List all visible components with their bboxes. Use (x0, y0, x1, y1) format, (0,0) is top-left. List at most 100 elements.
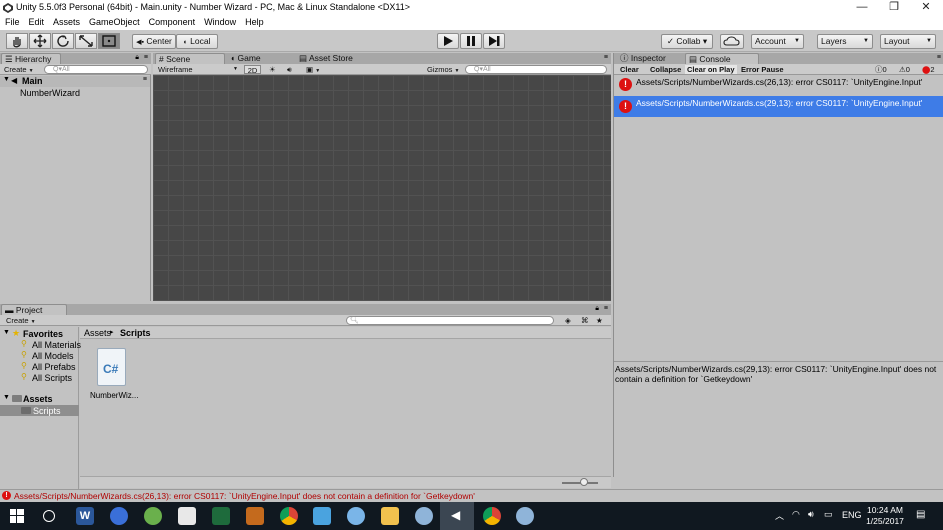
console-log-row[interactable]: ! Assets/Scripts/NumberWizards.cs(26,13)… (614, 75, 943, 96)
rotate-tool-button[interactable] (52, 33, 74, 49)
breadcrumb-assets[interactable]: Assets (84, 328, 111, 338)
layout-dropdown[interactable]: Layout ▼ (880, 34, 936, 49)
slider-thumb[interactable] (580, 478, 588, 486)
menu-help[interactable]: Help (240, 16, 268, 27)
favorite-item[interactable]: ⚲ All Models (21, 350, 79, 361)
play-button[interactable] (437, 33, 459, 49)
project-create-button[interactable]: Create ▼ (4, 316, 38, 325)
hierarchy-search-input[interactable]: Q▾All (44, 65, 148, 74)
console-clear-on-play-toggle[interactable]: Clear on Play (685, 65, 737, 74)
cortana-search-icon[interactable] (43, 510, 55, 522)
account-dropdown[interactable]: Account ▼ (751, 34, 804, 49)
expand-arrow-icon[interactable]: ▼ (3, 76, 10, 83)
panel-menu-icon[interactable]: ≡ (604, 305, 608, 312)
assets-folder-row[interactable]: ▼ Assets (3, 394, 79, 404)
status-bar[interactable]: ! Assets/Scripts/NumberWizards.cs(26,13)… (0, 489, 943, 501)
cloud-button[interactable] (720, 34, 744, 49)
breadcrumb-scripts[interactable]: Scripts (120, 328, 151, 338)
start-button[interactable] (10, 509, 24, 523)
menu-gameobject[interactable]: GameObject (84, 16, 144, 27)
favorite-item[interactable]: ⚲ All Prefabs (21, 361, 79, 372)
app-icon[interactable] (415, 507, 433, 525)
menu-window[interactable]: Window (199, 16, 240, 27)
app-icon[interactable] (347, 507, 365, 525)
close-button[interactable]: ✕ (910, 0, 942, 16)
error-count-toggle[interactable]: ⬤2 (920, 65, 937, 74)
chrome-app-icon[interactable] (483, 507, 501, 525)
hand-tool-button[interactable] (6, 33, 28, 49)
app-icon[interactable] (212, 507, 230, 525)
hierarchy-create-button[interactable]: Create ▼ (2, 65, 36, 74)
filter-by-label-button[interactable]: ⌘ (579, 316, 591, 325)
rect-tool-button[interactable] (98, 33, 120, 49)
console-collapse-button[interactable]: Collapse (648, 65, 683, 74)
favorites-row[interactable]: ▼ ★ Favorites (3, 328, 79, 339)
tab-game[interactable]: ◖ Game (227, 53, 293, 64)
audio-toggle[interactable]: 🔊︎ (285, 65, 294, 74)
pause-button[interactable] (460, 33, 482, 49)
project-search-input[interactable]: 🔍︎ (346, 316, 554, 325)
word-app-icon[interactable]: W (76, 507, 94, 525)
file-explorer-icon[interactable] (381, 507, 399, 525)
favorite-item[interactable]: ⚲ All Scripts (21, 372, 79, 383)
warning-count-toggle[interactable]: ⚠0 (897, 65, 912, 74)
filter-by-type-button[interactable]: ◈ (563, 316, 573, 325)
app-icon[interactable] (516, 507, 534, 525)
panel-menu-icon[interactable]: ≡ (604, 54, 608, 61)
tab-hierarchy[interactable]: ☰ Hierarchy (1, 53, 61, 64)
effects-dropdown[interactable]: ▣ ▼ (304, 65, 322, 74)
menu-edit[interactable]: Edit (24, 16, 49, 27)
clock[interactable]: 10:24 AM 1/25/2017 (863, 505, 907, 527)
asset-file-item[interactable]: C# NumberWiz... (88, 348, 138, 404)
battery-icon[interactable]: ▭ (824, 509, 833, 520)
network-icon[interactable]: ◠ (792, 509, 800, 520)
scene-viewport[interactable] (153, 75, 611, 301)
2d-toggle[interactable]: 2D (244, 65, 261, 75)
shading-mode-dropdown[interactable]: Wireframe ▼ (156, 65, 240, 74)
tab-scene[interactable]: # Scene (155, 53, 225, 64)
tab-asset-store[interactable]: ▤ Asset Store (296, 53, 376, 64)
tab-project[interactable]: ▬ Project (1, 304, 67, 315)
console-clear-button[interactable]: Clear (618, 65, 641, 74)
console-error-pause-toggle[interactable]: Error Pause (739, 65, 786, 74)
restore-button[interactable]: ❐ (878, 0, 910, 16)
step-button[interactable] (483, 33, 505, 49)
volume-icon[interactable]: 🔊︎ (808, 509, 814, 520)
app-icon[interactable] (144, 507, 162, 525)
menu-component[interactable]: Component (144, 16, 200, 27)
panel-menu-icon[interactable]: ≡ (937, 54, 941, 61)
language-indicator[interactable]: ENG (842, 510, 862, 520)
lighting-toggle[interactable]: ☀ (267, 65, 278, 74)
calculator-app-icon[interactable] (178, 507, 196, 525)
gizmos-dropdown[interactable]: Gizmos ▼ (425, 65, 461, 74)
layers-dropdown[interactable]: Layers ▼ (817, 34, 873, 49)
unity-taskbar-item[interactable]: ◀ (440, 502, 474, 530)
panel-menu-icon[interactable]: ≡ (144, 54, 148, 61)
scene-menu-icon[interactable]: ≡ (143, 76, 147, 83)
app-icon[interactable] (246, 507, 264, 525)
menu-file[interactable]: File (0, 16, 24, 27)
chevron-up-icon[interactable]: ︿ (775, 509, 784, 522)
tab-console[interactable]: ▤ Console (685, 53, 759, 64)
collab-dropdown[interactable]: ✓ Collab ▾ (661, 34, 713, 49)
notifications-icon[interactable]: ▤ (916, 509, 925, 520)
folder-item-scripts[interactable]: Scripts (0, 405, 79, 416)
console-log-row-selected[interactable]: ! Assets/Scripts/NumberWizards.cs(29,13)… (614, 96, 943, 117)
pivot-center-toggle[interactable]: ◀▪ Center (132, 34, 176, 49)
pivot-space-toggle[interactable]: ◐ Local (176, 34, 218, 49)
minimize-button[interactable]: — (846, 0, 878, 16)
scale-tool-button[interactable] (75, 33, 97, 49)
lock-icon[interactable]: 🔒︎ (595, 305, 599, 313)
info-count-toggle[interactable]: ⓘ0 (873, 65, 889, 74)
move-tool-button[interactable] (29, 33, 51, 49)
lock-icon[interactable]: 🔒︎ (135, 54, 139, 62)
favorite-search-button[interactable]: ★ (594, 316, 605, 325)
tab-inspector[interactable]: ⓘ Inspector (617, 53, 683, 64)
chrome-app-icon[interactable] (280, 507, 298, 525)
favorite-item[interactable]: ⚲ All Materials (21, 339, 81, 350)
scene-search-input[interactable]: Q▾All (465, 65, 607, 74)
scene-row[interactable]: ▼ ◀ Main ≡ (0, 76, 150, 87)
app-icon[interactable] (110, 507, 128, 525)
hierarchy-item-numberwizard[interactable]: NumberWizard (20, 88, 80, 98)
app-icon[interactable] (313, 507, 331, 525)
